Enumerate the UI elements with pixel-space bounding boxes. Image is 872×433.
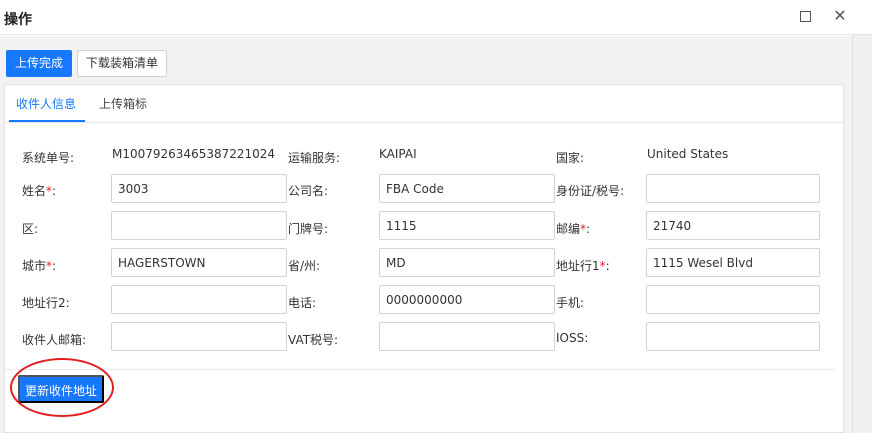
- company-label: 公司名:: [288, 184, 329, 198]
- ioss-input[interactable]: [646, 322, 820, 351]
- city-label-text: 城市: [22, 259, 47, 273]
- city-label: 城市*:: [22, 257, 56, 274]
- form-panel: 收件人信息 上传箱标 系统单号: M10079263465387221024 运…: [4, 84, 845, 433]
- system-no-label: 系统单号:: [22, 151, 75, 165]
- system-no-value: M10079263465387221024: [112, 147, 276, 161]
- address2-label: 地址行2:: [22, 296, 70, 310]
- address1-label-text: 地址行1: [556, 259, 600, 273]
- download-packing-list-button[interactable]: 下载装箱清单: [77, 50, 168, 77]
- state-input[interactable]: [379, 248, 555, 277]
- name-input[interactable]: [111, 174, 287, 203]
- tab-upload-box-label[interactable]: 上传箱标: [99, 95, 147, 112]
- city-input[interactable]: [111, 248, 287, 277]
- colon: :: [605, 259, 610, 273]
- email-input[interactable]: [111, 322, 287, 351]
- mobile-input[interactable]: [646, 285, 820, 314]
- phone-label: 电话:: [288, 296, 317, 310]
- update-address-button[interactable]: 更新收件地址: [18, 375, 104, 403]
- email-label: 收件人邮箱:: [22, 333, 87, 347]
- vat-no-label: VAT税号:: [288, 333, 339, 347]
- door-no-input[interactable]: [379, 211, 555, 240]
- background-page-strip: [852, 35, 872, 433]
- phone-input[interactable]: [379, 285, 555, 314]
- upload-done-button[interactable]: 上传完成: [6, 50, 73, 77]
- mobile-label: 手机:: [556, 296, 585, 310]
- country-label: 国家:: [556, 151, 585, 165]
- transport-service-label: 运输服务:: [288, 151, 341, 165]
- maximize-icon[interactable]: [800, 11, 811, 22]
- active-tab-indicator: [9, 120, 85, 122]
- tab-divider: [5, 122, 845, 123]
- id-tax-no-label: 身份证/税号:: [556, 184, 625, 198]
- address1-label: 地址行1*:: [556, 257, 610, 274]
- address2-input[interactable]: [111, 285, 287, 314]
- postcode-label: 邮编*:: [556, 220, 590, 237]
- vat-no-input[interactable]: [379, 322, 555, 351]
- door-no-label: 门牌号:: [288, 222, 329, 236]
- name-label: 姓名*:: [22, 182, 56, 199]
- state-label: 省/州:: [288, 259, 321, 273]
- dialog-header: 操作 ✕: [0, 0, 872, 35]
- postcode-label-text: 邮编: [556, 222, 581, 236]
- colon: :: [52, 259, 57, 273]
- ioss-label: IOSS:: [556, 331, 589, 345]
- name-label-text: 姓名: [22, 184, 47, 198]
- district-input[interactable]: [111, 211, 287, 240]
- form-divider: [5, 369, 837, 370]
- tab-recipient-info[interactable]: 收件人信息: [16, 95, 76, 112]
- district-label: 区:: [22, 222, 39, 236]
- postcode-input[interactable]: [646, 211, 820, 240]
- dialog-title: 操作: [4, 12, 32, 28]
- transport-service-value: KAIPAI: [379, 147, 417, 161]
- colon: :: [586, 222, 591, 236]
- country-value: United States: [647, 147, 729, 161]
- colon: :: [52, 184, 57, 198]
- company-input[interactable]: [379, 174, 555, 203]
- id-tax-no-input[interactable]: [646, 174, 820, 203]
- close-icon[interactable]: ✕: [833, 8, 847, 24]
- address1-input[interactable]: [646, 248, 820, 277]
